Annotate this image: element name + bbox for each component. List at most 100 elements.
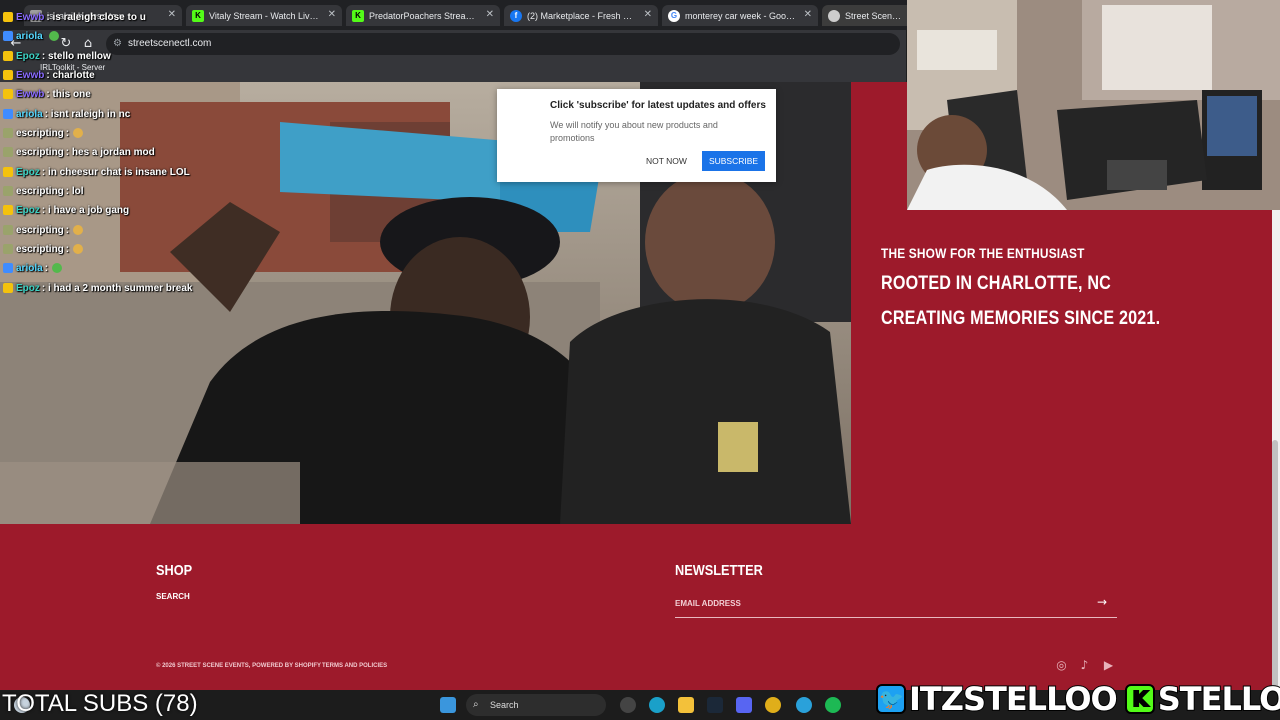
facebook-favicon-icon: f [510,9,522,22]
chat-message: escripting: hes a jordan mod [3,144,155,160]
discord-icon[interactable] [736,697,752,713]
tab-title: (2) Marketplace - Fresh Home [527,10,638,21]
chat-message: escripting: [3,125,84,141]
chat-username[interactable]: Epoz [16,283,40,294]
edge-icon[interactable] [649,697,665,713]
telegram-icon[interactable] [796,697,812,713]
email-input[interactable] [675,590,1075,616]
chat-username[interactable]: Ewwb [16,70,44,81]
close-tab-icon[interactable]: ✕ [804,9,812,20]
chat-text: : i have a job gang [41,204,130,216]
not-now-button[interactable]: NOT NOW [637,151,696,171]
chat-username[interactable]: ariola [16,31,43,42]
chat-message: escripting: [3,222,84,238]
subscribe-button[interactable]: SUBSCRIBE [702,151,765,171]
chat-text: : this one [46,88,91,100]
chat-username[interactable]: Epoz [16,51,40,62]
windows-start-icon[interactable] [440,697,456,713]
chat-badge-icon [3,89,13,99]
close-tab-icon[interactable]: ✕ [486,9,494,20]
file-explorer-icon[interactable] [678,697,694,713]
chat-text: : in cheesur chat is insane LOL [41,166,190,178]
chat-text: : [65,243,70,255]
chat-username[interactable]: Epoz [16,167,40,178]
chat-badge-icon [3,70,13,80]
chat-badge-icon [3,186,13,196]
hero-title-line: ROOTED IN CHARLOTTE, NC [881,273,1112,294]
chat-text: : [44,262,49,274]
taskbar-search-label: Search [490,700,519,710]
kick-icon: K [1124,684,1155,714]
close-tab-icon[interactable]: ✕ [644,9,652,20]
chat-username[interactable]: escripting [16,128,64,139]
chat-message: Ewwb: charlotte [3,67,95,83]
chat-emote-icon [48,31,59,41]
tab-title: monterey car week - Google S [685,10,798,21]
chat-message: ariola [3,28,59,44]
chat-text: : i had a 2 month summer break [41,282,193,294]
total-subs-counter: TOTAL SUBS (78) [2,690,198,717]
chat-badge-icon [3,244,13,254]
youtube-icon[interactable]: ▶ [1101,658,1116,673]
chat-emote-icon [73,225,84,235]
popup-body: We will notify you about new products an… [550,120,718,143]
chat-text: : hes a jordan mod [65,146,155,158]
chat-message: Ewwb: this one [3,86,91,102]
chat-text: : lol [65,185,84,197]
copyright-text[interactable]: © 2026 STREET SCENE EVENTS, POWERED BY S… [156,663,321,669]
chatgpt-icon[interactable] [620,697,636,713]
chat-badge-icon [3,225,13,235]
chat-message: escripting: [3,241,84,257]
popup-title: Click 'subscribe' for latest updates and… [550,100,766,111]
scrollbar-thumb[interactable] [1272,440,1278,690]
chat-username[interactable]: Ewwb [16,89,44,100]
chat-emote-icon [52,263,63,273]
chat-emote-icon [73,128,84,138]
terms-link[interactable]: TERMS AND POLICIES [322,663,387,669]
chat-text: : charlotte [46,69,95,81]
instagram-icon[interactable]: ◎ [1054,658,1069,673]
browser-tab[interactable]: f (2) Marketplace - Fresh Home ✕ [504,5,658,26]
chat-message: Epoz: in cheesur chat is insane LOL [3,164,190,180]
close-tab-icon[interactable]: ✕ [328,9,336,20]
steam-icon[interactable] [707,697,723,713]
footer-shop-heading: SHOP [156,562,193,579]
spotify-icon[interactable] [825,697,841,713]
webcam-frame [907,0,1280,210]
search-icon: ⌕ [473,699,479,710]
chat-message: ariola: isnt raleigh in nc [3,106,130,122]
chat-message: Epoz: stello mellow [3,48,111,64]
chat-username[interactable]: ariola [16,263,43,274]
google-favicon-icon: G [668,9,680,22]
chrome-icon[interactable] [765,697,781,713]
newsletter-email-field[interactable]: → [675,590,1117,618]
chat-username[interactable]: escripting [16,147,64,158]
screen: is raleigh close to u ✕ K Vitaly Stream … [0,0,1280,720]
footer-search-link[interactable]: SEARCH [156,592,190,601]
submit-arrow-icon[interactable]: → [1097,595,1107,609]
hero-subtitle: THE SHOW FOR THE ENTHUSIAST [881,245,1085,261]
chat-username[interactable]: Epoz [16,205,40,216]
chat-message: Ewwb: is raleigh close to u [3,9,146,25]
chat-text: : isnt raleigh in nc [44,108,131,120]
chat-badge-icon [3,167,13,177]
chat-badge-icon [3,205,13,215]
chat-badge-icon [3,51,13,61]
chat-username[interactable]: escripting [16,225,64,236]
chat-emote-icon [73,244,84,254]
chat-badge-icon [3,128,13,138]
browser-tab[interactable]: G monterey car week - Google S ✕ [662,5,818,26]
chat-username[interactable]: ariola [16,109,43,120]
chat-username[interactable]: escripting [16,186,64,197]
taskbar-search[interactable]: ⌕ Search [466,694,606,716]
chat-text: : [65,127,70,139]
chat-message: escripting: lol [3,183,84,199]
twitter-handle: ITZSTELLOO [908,679,1119,719]
tiktok-icon[interactable]: ♪ [1077,658,1092,673]
chat-username[interactable]: escripting [16,244,64,255]
chat-badge-icon [3,31,13,41]
chat-badge-icon [3,283,13,293]
browser-tab[interactable]: K PredatorPoachers Stream - Wa ✕ [346,5,500,26]
chat-username[interactable]: Ewwb [16,12,44,23]
kick-handle: STELLOOO [1157,679,1280,719]
